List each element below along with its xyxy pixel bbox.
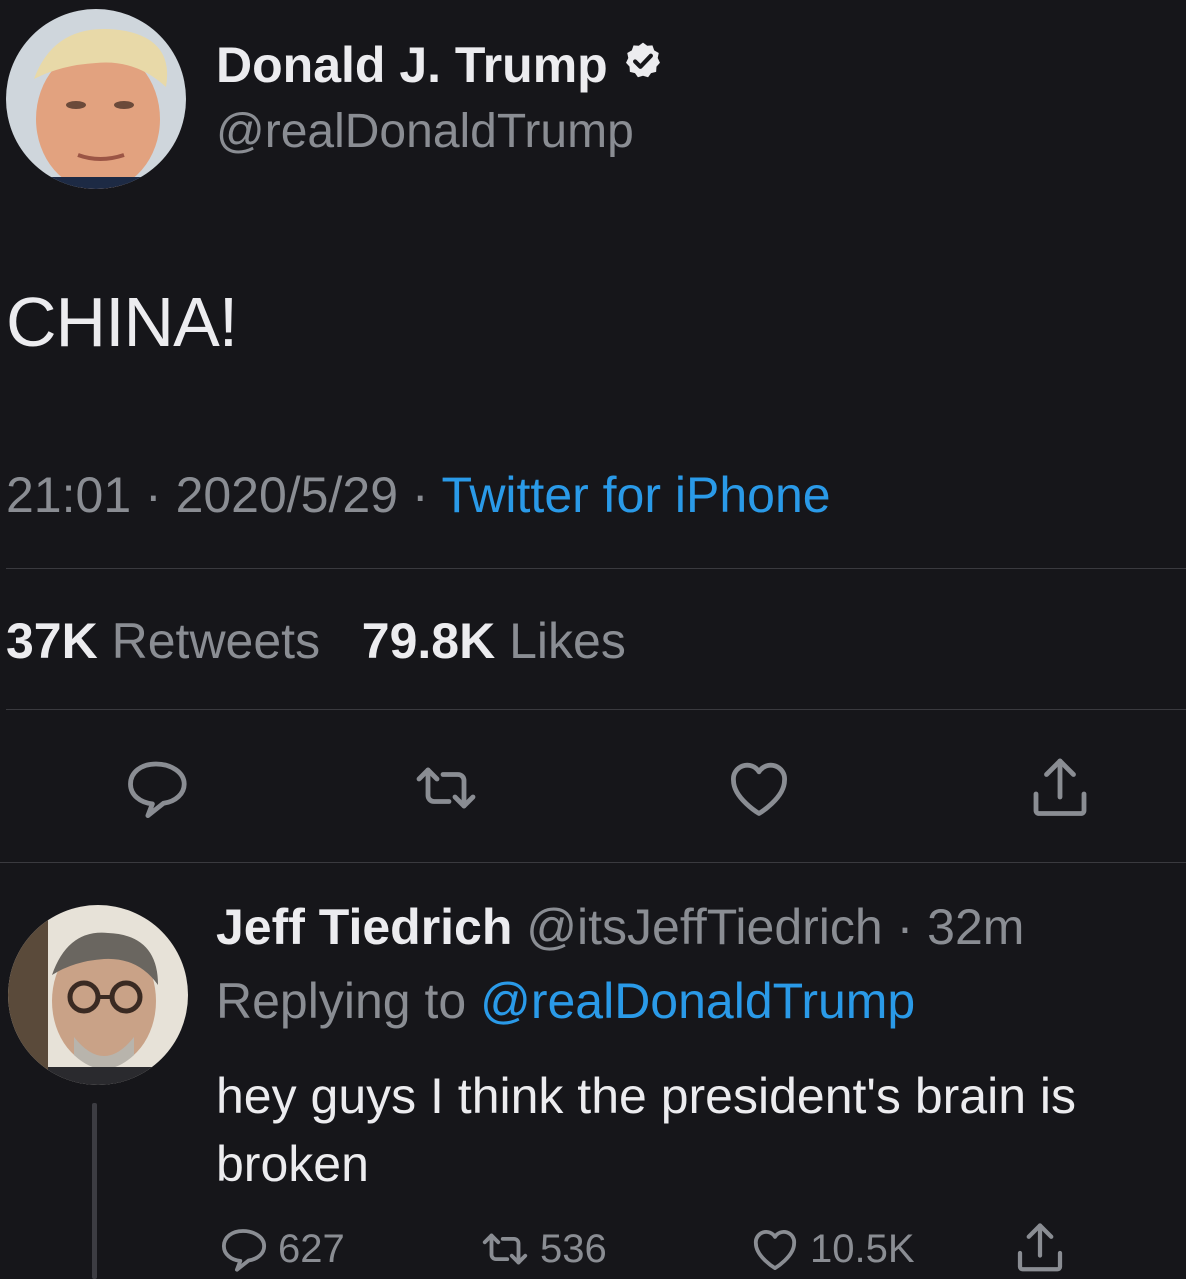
retweet-icon	[482, 1233, 528, 1265]
meta-separator: ·	[131, 467, 176, 523]
reply-reply-button[interactable]: 627	[216, 1222, 345, 1276]
thread-connector-line	[92, 1103, 97, 1279]
meta-separator: ·	[398, 467, 442, 523]
author-name[interactable]: Donald J. Trump	[216, 36, 664, 94]
reply-text: hey guys I think the president's brain i…	[216, 1068, 1077, 1192]
replying-to-line: Replying to @realDonaldTrump	[216, 972, 915, 1030]
replying-to-mention-link[interactable]: @realDonaldTrump	[480, 973, 915, 1029]
reply-reply-count: 627	[278, 1226, 345, 1271]
reply-author-avatar[interactable]	[8, 905, 188, 1085]
tweet-source-link[interactable]: Twitter for iPhone	[442, 467, 831, 523]
reply-icon[interactable]	[120, 752, 192, 824]
tweet-text: CHINA!	[6, 283, 238, 361]
divider	[0, 862, 1186, 863]
tweet-stats: 37K Retweets 79.8K Likes	[6, 612, 626, 670]
divider	[6, 709, 1186, 710]
meta-separator: ·	[882, 899, 928, 955]
divider	[6, 568, 1186, 569]
reply-like-count: 10.5K	[810, 1226, 915, 1271]
reply-header: Jeff Tiedrich @itsJeffTiedrich · 32m	[216, 898, 1024, 956]
retweets-stat[interactable]: 37K Retweets	[6, 613, 320, 669]
like-icon[interactable]	[723, 752, 795, 824]
likes-count: 79.8K	[361, 613, 496, 669]
tweet-meta: 21:01 · 2020/5/29 · Twitter for iPhone	[6, 466, 831, 524]
share-icon[interactable]	[1010, 1218, 1070, 1278]
reply-retweet-button[interactable]: 536	[478, 1222, 607, 1276]
author-handle[interactable]: @realDonaldTrump	[216, 104, 634, 159]
author-avatar[interactable]	[6, 9, 186, 189]
reply-icon	[221, 1229, 267, 1272]
retweets-label: Retweets	[111, 613, 321, 669]
reply-like-button[interactable]: 10.5K	[748, 1222, 915, 1276]
reply-age: 32m	[927, 899, 1025, 955]
share-icon[interactable]	[1024, 752, 1096, 824]
retweets-count: 37K	[6, 613, 98, 669]
likes-label: Likes	[509, 613, 626, 669]
reply-author-name[interactable]: Jeff Tiedrich	[216, 899, 512, 955]
replying-to-label: Replying to	[216, 973, 467, 1029]
verified-badge-icon	[622, 36, 664, 94]
like-icon	[753, 1229, 797, 1271]
reply-retweet-count: 536	[540, 1226, 607, 1271]
tweet-time: 21:01	[6, 467, 132, 523]
author-name-text: Donald J. Trump	[216, 37, 608, 93]
likes-stat[interactable]: 79.8K Likes	[362, 613, 626, 669]
retweet-icon[interactable]	[410, 752, 482, 824]
tweet-date: 2020/5/29	[175, 467, 398, 523]
reply-author-handle[interactable]: @itsJeffTiedrich	[526, 899, 882, 955]
